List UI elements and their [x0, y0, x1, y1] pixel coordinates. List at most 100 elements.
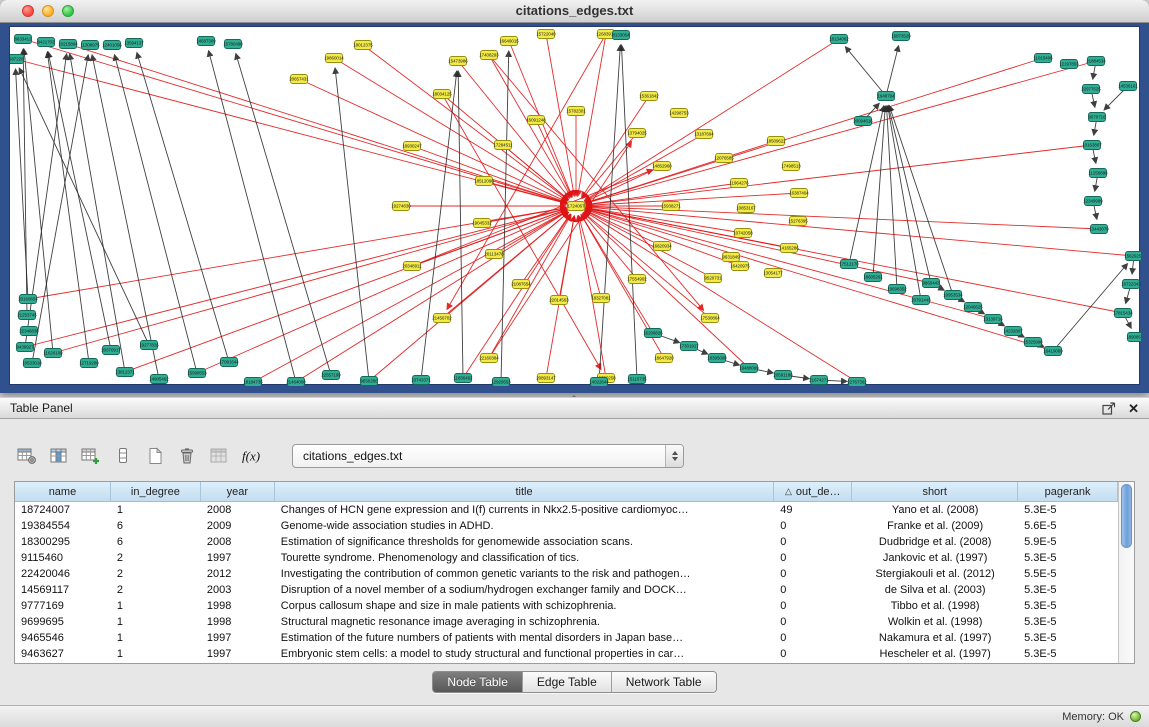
graph-node[interactable]: 20657431 [289, 75, 309, 84]
graph-node[interactable]: 15782301 [566, 107, 586, 116]
graph-node[interactable]: 19045332 [472, 219, 492, 228]
graph-node[interactable]: 21884534 [1086, 57, 1106, 66]
graph-node[interactable]: 18134062 [829, 35, 849, 44]
table-disabled-button[interactable] [206, 444, 232, 468]
graph-node[interactable]: 19277826 [139, 341, 159, 350]
graph-node[interactable]: 21464008 [286, 378, 306, 387]
graph-node[interactable]: 18184735 [243, 378, 263, 387]
delete-button[interactable] [174, 444, 200, 468]
graph-node[interactable]: 20791443 [911, 296, 931, 305]
graph-node[interactable]: 12929553 [491, 378, 511, 387]
graph-node[interactable]: 20348911 [402, 262, 422, 271]
graph-node[interactable]: 9070716 [1088, 113, 1106, 122]
network-canvas[interactable]: 1724067157823011609124817284511185120901… [9, 26, 1140, 385]
tab-node-table[interactable]: Node Table [433, 672, 522, 692]
graph-node[interactable]: 8633412 [14, 35, 32, 44]
graph-node[interactable]: 15780490 [223, 40, 243, 49]
graph-node[interactable]: 18908525 [1126, 333, 1141, 342]
graph-node[interactable]: 16722343 [1121, 280, 1141, 289]
graph-node[interactable]: 12197853 [1059, 60, 1079, 69]
column-header-pagerank[interactable]: pagerank [1018, 482, 1118, 501]
table-row[interactable]: 1830029562008Estimation of significance … [15, 534, 1118, 550]
graph-node[interactable]: 19698352 [887, 285, 907, 294]
graph-node[interactable]: 17512170 [839, 260, 859, 269]
graph-node[interactable]: 14536161 [1118, 82, 1138, 91]
graph-node[interactable]: 15361842 [639, 92, 659, 101]
table-row[interactable]: 911546021997Tourette syndrome. Phenomeno… [15, 550, 1118, 566]
graph-node[interactable]: 17091644 [219, 358, 239, 367]
graph-node[interactable]: 1948794 [877, 92, 895, 101]
graph-node[interactable]: 15115735 [627, 375, 647, 384]
graph-node[interactable]: 13794025 [627, 129, 647, 138]
table-row[interactable]: 977716911998Corpus callosum shape and si… [15, 598, 1118, 614]
select-columns-button[interactable] [46, 444, 72, 468]
graph-node[interactable]: 8133054 [612, 31, 630, 40]
table-row[interactable]: 1456911722003Disruption of a novel membe… [15, 582, 1118, 598]
graph-node[interactable]: 12349989 [1083, 197, 1103, 206]
column-header-short[interactable]: short [852, 482, 1018, 501]
function-builder-button[interactable]: f(x) [238, 444, 270, 468]
graph-node[interactable]: 21253745 [17, 311, 37, 320]
graph-node[interactable]: 9520731 [704, 274, 722, 283]
graph-node[interactable]: 16820934 [652, 242, 672, 251]
graph-node[interactable]: 11256898 [1088, 169, 1108, 178]
network-select[interactable]: citations_edges.txt [292, 444, 684, 468]
graph-node[interactable]: 15998553 [187, 369, 207, 378]
graph-node[interactable]: 12046625 [963, 303, 983, 312]
graph-node[interactable]: 18395008 [707, 354, 727, 363]
graph-node[interactable]: 13443070 [1089, 225, 1109, 234]
graph-node[interactable]: 9650280 [360, 377, 378, 386]
graph-node[interactable]: 15473986 [448, 57, 468, 66]
graph-node[interactable]: 15722040 [536, 30, 556, 39]
graph-node[interactable]: 18512090 [474, 177, 494, 186]
graph-node[interactable]: 18605261 [863, 273, 883, 282]
edit-table-button[interactable] [78, 444, 104, 468]
table-row[interactable]: 1938455462009Genome-wide association stu… [15, 518, 1118, 534]
graph-node[interactable]: 13594137 [124, 39, 144, 48]
graph-node[interactable]: 14165286 [779, 244, 799, 253]
graph-node[interactable]: 15629252 [1124, 252, 1141, 261]
graph-node[interactable]: 20160654 [18, 295, 38, 304]
graph-node[interactable]: 15325998 [1023, 338, 1043, 347]
graph-node[interactable]: 20370917 [101, 346, 121, 355]
graph-node[interactable]: 20893147 [536, 374, 556, 383]
row-options-button[interactable] [110, 444, 136, 468]
graph-node[interactable]: 10853167 [736, 204, 756, 213]
graph-node[interactable]: 19860014 [324, 54, 344, 63]
graph-node[interactable]: 14852960 [652, 162, 672, 171]
close-panel-icon[interactable]: ✕ [1128, 402, 1139, 415]
table-row[interactable]: 2242004622012Investigating the contribut… [15, 566, 1118, 582]
graph-node[interactable]: 16420975 [730, 262, 750, 271]
graph-node[interactable]: 21674271 [809, 376, 829, 385]
graph-node[interactable]: 20094616 [853, 117, 873, 126]
table-options-button[interactable] [14, 444, 40, 468]
graph-node[interactable]: 19274830 [391, 202, 411, 211]
new-file-button[interactable] [142, 444, 168, 468]
graph-node[interactable]: 21456702 [432, 314, 452, 323]
graph-node[interactable]: 16208826 [643, 329, 663, 338]
tab-network-table[interactable]: Network Table [611, 672, 716, 692]
graph-node[interactable]: 15938271 [661, 202, 681, 211]
graph-node[interactable]: 13812371 [115, 368, 135, 377]
graph-node[interactable]: 13139716 [983, 315, 1003, 324]
column-header-title[interactable]: title [275, 482, 775, 501]
graph-node[interactable]: 12076585 [714, 154, 734, 163]
tab-edge-table[interactable]: Edge Table [522, 672, 611, 692]
graph-node[interactable]: 20581180 [773, 371, 793, 380]
graph-node[interactable]: 22014563 [549, 296, 569, 305]
graph-node[interactable]: 16419089 [1043, 347, 1063, 356]
graph-node[interactable]: 18034125 [432, 90, 452, 99]
graph-node[interactable]: 14022644 [589, 378, 609, 387]
graph-node[interactable]: 12401056 [102, 41, 122, 50]
graph-node[interactable]: 10743371 [411, 376, 431, 385]
graph-node[interactable]: 10163807 [1082, 141, 1102, 150]
table-row[interactable]: 946362711997Embryonic stem cells: a mode… [15, 646, 1118, 662]
graph-node[interactable]: 22557199 [321, 371, 341, 380]
graph-node[interactable]: 1724067 [567, 202, 585, 211]
graph-node[interactable]: 17408293 [479, 51, 499, 60]
graph-node[interactable]: 17301917 [679, 342, 699, 351]
close-window-button[interactable] [22, 5, 34, 17]
scrollbar-thumb[interactable] [1121, 484, 1132, 548]
graph-node[interactable]: 13187694 [694, 130, 714, 139]
graph-node[interactable]: 17284511 [493, 141, 513, 150]
